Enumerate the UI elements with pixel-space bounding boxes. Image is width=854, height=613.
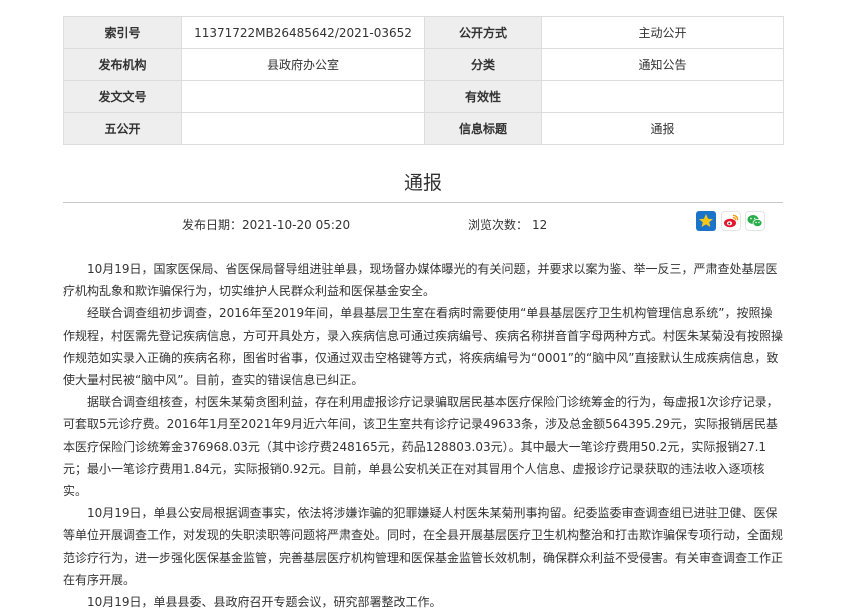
category-value: 通知公告 — [541, 48, 784, 81]
metadata-row: 索引号 11371722MB26485642/2021-03652 公开方式 主… — [63, 16, 784, 49]
publish-date-label: 发布日期： — [182, 218, 243, 232]
wechat-icon[interactable] — [745, 211, 765, 231]
metadata-row: 发布机构 县政府办公室 分类 通知公告 — [63, 48, 784, 81]
title-divider — [63, 202, 783, 203]
info-title-label: 信息标题 — [424, 112, 542, 145]
article-paragraph: 据联合调查组核查，村医朱某菊贪图利益，存在利用虚报诊疗记录骗取居民基本医疗保险门… — [63, 395, 779, 499]
validity-value — [541, 80, 784, 113]
metadata-row: 发文文号 有效性 — [63, 80, 784, 113]
article-paragraph: 10月19日，单县县委、县政府召开专题会议，研究部署整改工作。 — [87, 595, 442, 610]
article-paragraph: 10月19日，单县公安局根据调查事实，依法将涉嫌诈骗的犯罪嫌疑人村医朱某菊刑事拘… — [63, 506, 784, 587]
metadata-table: 索引号 11371722MB26485642/2021-03652 公开方式 主… — [63, 16, 784, 145]
page-title: 通报 — [403, 172, 442, 194]
disclosure-method-label: 公开方式 — [424, 16, 542, 49]
publisher-value: 县政府办公室 — [181, 48, 425, 81]
weibo-icon[interactable] — [721, 211, 741, 231]
disclosure-method-value: 主动公开 — [541, 16, 784, 49]
document-number-value — [181, 80, 425, 113]
validity-label: 有效性 — [424, 80, 542, 113]
article-paragraph: 经联合调查组初步调查，2016年至2019年间，单县基层卫生室在看病时需要使用“… — [63, 306, 784, 388]
metadata-row: 五公开 信息标题 通报 — [63, 112, 784, 145]
view-count-value: 12 — [532, 218, 548, 232]
index-number-value: 11371722MB26485642/2021-03652 — [181, 16, 425, 49]
publisher-label: 发布机构 — [63, 48, 182, 81]
publish-date-value: 2021-10-20 05:20 — [242, 218, 351, 232]
article-paragraph: 10月19日，国家医保局、省医保局督导组进驻单县，现场督办媒体曝光的有关问题，并… — [63, 262, 778, 299]
category-label: 分类 — [424, 48, 542, 81]
index-number-label: 索引号 — [63, 16, 182, 49]
document-number-label: 发文文号 — [63, 80, 182, 113]
article-body: 10月19日，国家医保局、省医保局督导组进驻单县，现场督办媒体曝光的有关问题，并… — [63, 258, 783, 613]
publish-date: 发布日期：2021-10-20 05:20 — [182, 216, 350, 233]
five-disclosures-label: 五公开 — [63, 112, 182, 145]
five-disclosures-value — [181, 112, 425, 145]
info-title-value: 通报 — [541, 112, 784, 145]
view-count: 浏览次数： 12 — [468, 216, 547, 233]
view-count-label: 浏览次数： — [468, 218, 529, 232]
favorite-icon[interactable] — [696, 211, 716, 231]
